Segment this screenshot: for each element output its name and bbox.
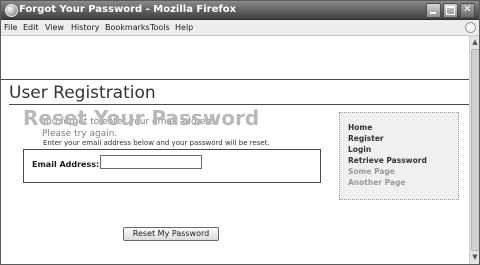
maximize-icon <box>446 6 455 15</box>
reset-form: Email Address: <box>23 149 321 183</box>
title-bar: Forgot Your Password - Mozilla Firefox ✕ <box>1 1 479 20</box>
close-icon: ✕ <box>463 4 472 15</box>
vertical-scrollbar[interactable]: ▲ ▼ <box>469 36 479 264</box>
minimize-button[interactable] <box>426 3 441 18</box>
page-header: User Registration <box>9 82 469 105</box>
browser-window: Forgot Your Password - Mozilla Firefox ✕… <box>0 0 480 265</box>
menu-view[interactable]: View <box>45 21 64 34</box>
sidebar-item-retrieve-password[interactable]: Retrieve Password <box>348 156 427 165</box>
scroll-up-icon[interactable]: ▲ <box>470 37 479 47</box>
window-title: Forgot Your Password - Mozilla Firefox <box>19 4 237 15</box>
menu-file[interactable]: File <box>4 21 17 34</box>
sidebar-item-another-page[interactable]: Another Page <box>348 178 405 187</box>
scroll-down-icon[interactable]: ▼ <box>470 252 479 262</box>
instructions-text: Enter your email address below and your … <box>43 139 270 147</box>
menu-help[interactable]: Help <box>175 21 193 34</box>
firefox-icon <box>5 4 18 17</box>
header-top-rule <box>1 79 469 80</box>
menu-tools[interactable]: Tools <box>150 21 170 34</box>
scroll-thumb[interactable] <box>471 49 479 251</box>
menu-edit[interactable]: Edit <box>23 21 39 34</box>
menu-bar: File Edit View History Bookmarks Tools H… <box>1 20 479 36</box>
page-title: User Registration <box>9 83 156 103</box>
throbber-icon <box>465 22 476 33</box>
reset-heading: Reset Your Password <box>23 106 260 130</box>
sidebar-item-login[interactable]: Login <box>348 145 371 154</box>
maximize-button[interactable] <box>443 3 458 18</box>
minimize-icon <box>430 12 436 14</box>
reset-password-button[interactable]: Reset My Password <box>123 227 219 241</box>
email-field[interactable] <box>100 155 202 169</box>
sidebar-item-register[interactable]: Register <box>348 134 384 143</box>
sidebar-item-home[interactable]: Home <box>348 123 372 132</box>
sidebar-item-some-page[interactable]: Some Page <box>348 167 395 176</box>
close-button[interactable]: ✕ <box>460 3 475 18</box>
page-viewport: User Registration You forgot to enter yo… <box>1 36 469 264</box>
menu-history[interactable]: History <box>71 21 99 34</box>
email-label: Email Address: <box>32 160 100 169</box>
sidebar-nav: Home Register Login Retrieve Password So… <box>339 112 459 200</box>
menu-bookmarks[interactable]: Bookmarks <box>105 21 150 34</box>
